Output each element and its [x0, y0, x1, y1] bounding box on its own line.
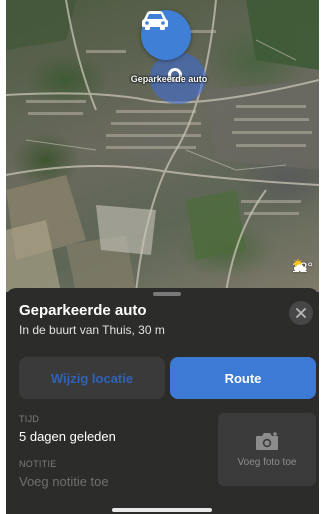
add-photo-button[interactable]: Voeg foto toe: [218, 413, 316, 486]
route-button[interactable]: Route: [170, 357, 316, 399]
weather-widget: 12°: [292, 259, 313, 275]
pin-label: Geparkeerde auto: [130, 74, 208, 84]
close-button[interactable]: [289, 301, 313, 325]
close-icon: [296, 308, 306, 318]
home-indicator[interactable]: [112, 508, 212, 512]
partly-sunny-icon: [292, 259, 307, 271]
note-label: NOTITIE: [19, 459, 57, 469]
time-value: 5 dagen geleden: [19, 429, 116, 444]
location-subtitle: In de buurt van Thuis, 30 m: [19, 323, 165, 337]
screen: Geparkeerde auto 12° Geparkeerde: [6, 0, 319, 514]
parked-car-sheet: Geparkeerde auto In de buurt van Thuis, …: [6, 288, 319, 514]
time-label: TIJD: [19, 414, 40, 424]
note-input[interactable]: Voeg notitie toe: [19, 474, 109, 489]
sheet-title: Geparkeerde auto: [19, 302, 147, 319]
edit-location-button[interactable]: Wijzig locatie: [19, 357, 165, 399]
sheet-grabber[interactable]: [153, 292, 181, 296]
add-photo-label: Voeg foto toe: [237, 456, 297, 468]
camera-icon: [256, 431, 278, 450]
parked-car-pin[interactable]: [141, 10, 191, 60]
satellite-map[interactable]: Geparkeerde auto 12°: [6, 0, 319, 292]
car-icon: [142, 11, 168, 30]
